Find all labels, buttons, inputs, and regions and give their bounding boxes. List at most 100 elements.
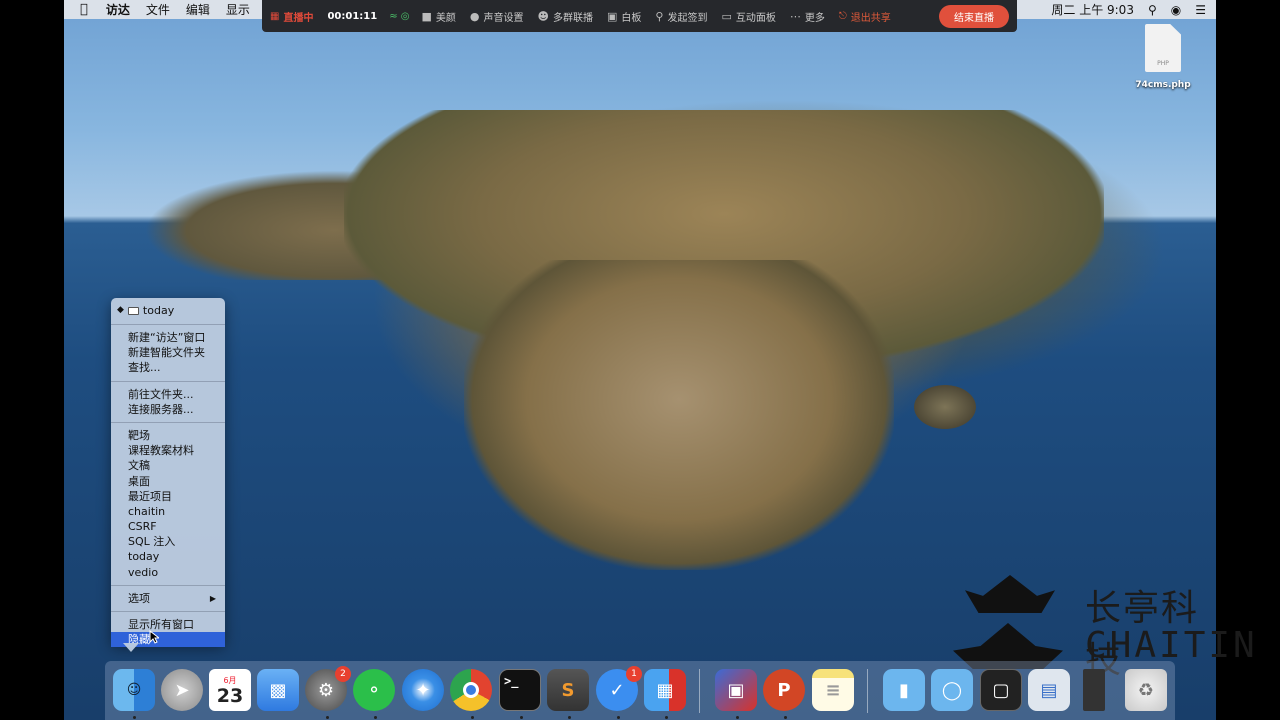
screenshot-stack-icon[interactable]: ▢: [980, 669, 1022, 711]
document-stack-icon[interactable]: [1083, 669, 1105, 711]
calendar-day: 23: [216, 684, 244, 707]
menu-view[interactable]: 显示: [218, 1, 258, 18]
multi-group-button[interactable]: ☻ 多群联播: [538, 9, 593, 24]
menu-separator: [111, 324, 225, 325]
file-name: 74cms.php: [1135, 80, 1191, 90]
dock-separator: [699, 669, 700, 713]
folder-item-sql-injection[interactable]: SQL 注入: [111, 534, 225, 549]
window-preview-icon[interactable]: ▤: [1028, 669, 1070, 711]
chaitin-watermark-logo: 长亭科技 CHAITIN: [945, 575, 1255, 681]
menu-separator: [111, 421, 225, 423]
logo-english-text: CHAITIN: [1085, 625, 1258, 666]
new-smart-folder-item[interactable]: 新建智能文件夹: [111, 345, 225, 360]
apple-menu-icon[interactable]: : [64, 2, 98, 17]
chrome-icon[interactable]: [450, 669, 492, 711]
connect-server-item[interactable]: 连接服务器...: [111, 402, 225, 417]
menu-edit[interactable]: 编辑: [178, 1, 218, 18]
ellipsis-icon: ⋯: [789, 9, 801, 23]
feishu-badge: 1: [626, 666, 642, 682]
menu-separator: [111, 611, 225, 612]
sound-settings-label: 声音设置: [483, 12, 524, 24]
keynote-icon[interactable]: ▩: [257, 669, 299, 711]
sublime-text-icon[interactable]: S: [547, 669, 589, 711]
context-menu-pointer: [123, 643, 139, 652]
menu-separator: [111, 584, 225, 586]
dock-separator: [867, 669, 868, 713]
show-all-windows-item[interactable]: 显示所有窗口: [111, 617, 225, 632]
powerpoint-icon[interactable]: P: [763, 669, 805, 711]
running-indicator: [784, 716, 787, 719]
live-stream-toolbar: ▦ 直播中 00:01:11 ≈ ◎ ■ 美颜 ● 声音设置 ☻ 多群联播 ▣ …: [262, 0, 1017, 32]
running-indicator: [374, 716, 377, 719]
whiteboard-label: 白板: [621, 12, 642, 24]
options-submenu[interactable]: 选项: [111, 591, 225, 606]
folder-item-documents[interactable]: 文稿: [111, 458, 225, 473]
logo-crown-top-icon: [965, 575, 1055, 613]
network-signal-icon: ≈ ◎: [389, 10, 410, 22]
safari-icon[interactable]: ✦: [402, 669, 444, 711]
menu-finder[interactable]: 访达: [98, 1, 138, 18]
beauty-button[interactable]: ■ 美颜: [422, 9, 456, 24]
wechat-icon[interactable]: ⚬: [353, 669, 395, 711]
remote-desktop-icon[interactable]: ▣: [715, 669, 757, 711]
person-icon: ☻: [537, 9, 549, 23]
parallels-icon[interactable]: ▦: [644, 669, 686, 711]
find-item[interactable]: 查找...: [111, 360, 225, 375]
folder-item-vedio[interactable]: vedio: [111, 565, 225, 580]
clock[interactable]: 周二 上午 9:03: [1051, 1, 1134, 18]
system-preferences-icon[interactable]: ⚙ 2: [305, 666, 351, 711]
finder-dock-context-menu: ◆ today 新建“访达”窗口 新建智能文件夹 查找... 前往文件夹... …: [111, 298, 225, 648]
folder-item-range[interactable]: 靶场: [111, 428, 225, 443]
exit-share-button[interactable]: ⎋ 退出共享: [839, 9, 891, 24]
php-file-icon: PHP: [1145, 24, 1181, 72]
checkin-button[interactable]: ⚲ 发起签到: [655, 9, 707, 24]
launchpad-icon[interactable]: ➤: [161, 669, 203, 711]
folder-item-course-materials[interactable]: 课程教案材料: [111, 443, 225, 458]
end-live-button[interactable]: 结束直播: [939, 4, 1009, 28]
more-button[interactable]: ⋯ 更多: [790, 9, 825, 24]
running-indicator: [520, 716, 523, 719]
folder-icon: [127, 306, 139, 315]
more-label: 更多: [804, 12, 825, 24]
chat-bubble-icon: ▭: [721, 9, 732, 23]
interact-panel-label: 互动面板: [735, 12, 776, 24]
settings-badge: 2: [335, 666, 351, 682]
folder-item-csrf[interactable]: CSRF: [111, 519, 225, 534]
sound-settings-button[interactable]: ● 声音设置: [470, 9, 524, 24]
menu-file[interactable]: 文件: [138, 1, 178, 18]
desktop-file-74cms[interactable]: PHP 74cms.php: [1135, 24, 1191, 90]
wallpaper-island-cliff: [464, 260, 894, 570]
camera-icon: ■: [421, 9, 432, 23]
siri-icon[interactable]: ◉: [1171, 3, 1181, 17]
whiteboard-button[interactable]: ▣ 白板: [607, 9, 641, 24]
running-indicator: [617, 716, 620, 719]
terminal-icon[interactable]: >_: [499, 669, 541, 711]
current-window-item[interactable]: ◆ today: [111, 302, 225, 319]
downloads-folder-icon[interactable]: ◯: [931, 669, 973, 711]
file-type-label: PHP: [1157, 60, 1169, 67]
folder-item-today[interactable]: today: [111, 549, 225, 564]
interact-panel-button[interactable]: ▭ 互动面板: [721, 9, 775, 24]
spotlight-search-icon[interactable]: ⚲: [1148, 3, 1157, 17]
location-pin-icon: ⚲: [655, 9, 664, 23]
notes-icon[interactable]: ≡: [812, 669, 854, 711]
trash-icon[interactable]: ♻: [1125, 669, 1167, 711]
new-finder-window-item[interactable]: 新建“访达”窗口: [111, 330, 225, 345]
folder-item-desktop[interactable]: 桌面: [111, 474, 225, 489]
live-signal-icon: ▦: [270, 10, 280, 22]
go-to-folder-item[interactable]: 前往文件夹...: [111, 387, 225, 402]
folder-stack-icon[interactable]: ▮: [883, 669, 925, 711]
running-indicator: [665, 716, 668, 719]
calendar-icon[interactable]: 6月 23: [209, 669, 251, 711]
running-indicator: [133, 716, 136, 719]
feishu-icon[interactable]: ✓ 1: [596, 666, 642, 711]
multi-group-label: 多群联播: [552, 12, 593, 24]
wallpaper-rock: [914, 385, 976, 429]
menubar-status-area: 周二 上午 9:03 ⚲ ◉ ☰: [1051, 0, 1206, 19]
exit-icon: ⎋: [838, 10, 847, 22]
notification-center-icon[interactable]: ☰: [1195, 3, 1206, 17]
live-timer: 00:01:11: [327, 10, 378, 22]
finder-icon[interactable]: ☺: [113, 669, 155, 711]
folder-item-recents[interactable]: 最近项目: [111, 489, 225, 504]
folder-item-chaitin[interactable]: chaitin: [111, 504, 225, 519]
